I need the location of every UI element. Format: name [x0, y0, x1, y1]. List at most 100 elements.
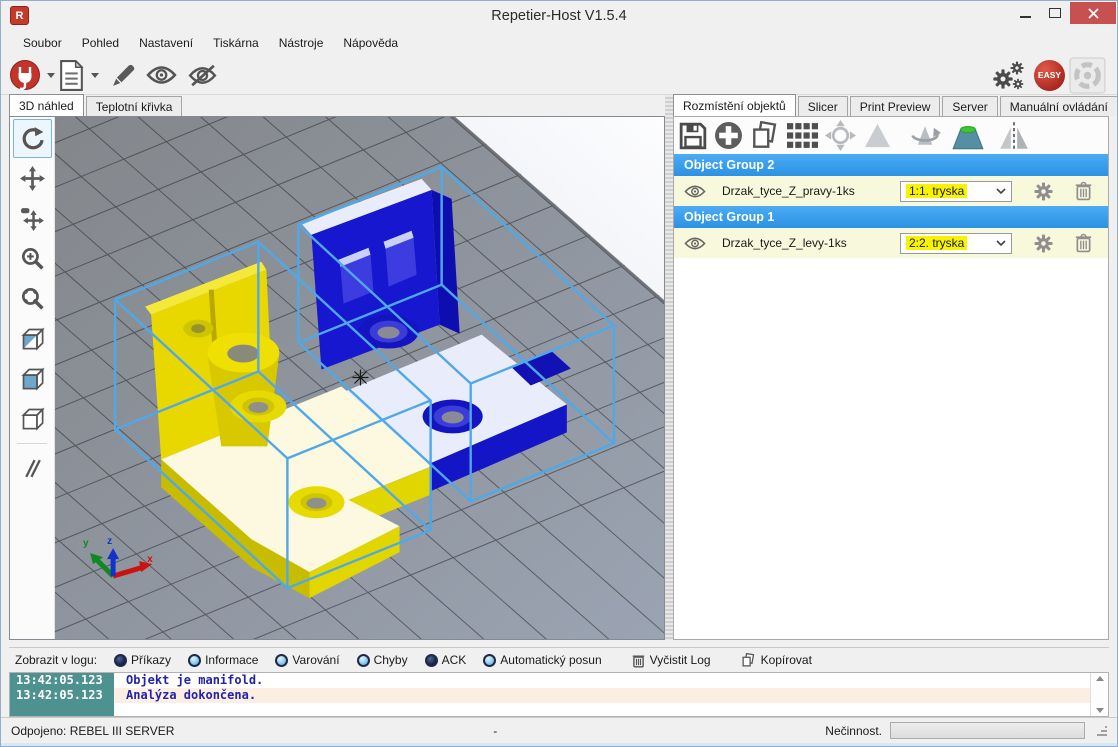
tab-slicer[interactable]: Slicer [798, 96, 848, 116]
object-settings-button[interactable] [1034, 234, 1053, 253]
emergency-stop-icon [1069, 57, 1106, 94]
lay-flat-button[interactable] [950, 121, 986, 151]
extruder-select[interactable]: 1:1. tryska [900, 181, 1012, 202]
toggle-informace[interactable]: Informace [188, 653, 258, 667]
move-object-button[interactable] [13, 159, 52, 198]
menu-nastroje[interactable]: Nástroje [269, 32, 334, 54]
log-entry: 13:42:05.123 Objekt je manifold. [10, 673, 1090, 688]
zoom-fit-icon [20, 286, 45, 311]
tab-manualni-ovladani[interactable]: Manuální ovládání [1000, 96, 1118, 116]
move-viewpoint-icon [20, 206, 45, 231]
load-button[interactable] [58, 60, 85, 91]
mirror-object-button[interactable] [997, 121, 1031, 151]
delete-object-button[interactable] [1075, 233, 1092, 253]
copy-object-button[interactable] [750, 121, 780, 151]
toggle-automaticky-posun[interactable]: Automatický posun [483, 653, 601, 667]
right-tabs: Rozmístění objektů Slicer Print Preview … [673, 95, 1109, 116]
copy-log-button[interactable]: Kopírovat [741, 653, 812, 668]
vertical-splitter[interactable] [665, 95, 673, 640]
scale-object-button[interactable] [863, 121, 892, 150]
close-button[interactable] [1070, 2, 1116, 24]
tab-teplotni-krivka[interactable]: Teplotní křivka [86, 96, 183, 116]
tab-3d-nahled[interactable]: 3D náhled [9, 94, 84, 116]
add-object-button[interactable] [714, 121, 743, 150]
zoom-fit-button[interactable] [13, 279, 52, 318]
extruder-value: 1:1. tryska [906, 184, 967, 198]
menu-napoveda[interactable]: Nápověda [333, 32, 408, 54]
scroll-down-icon[interactable] [1096, 708, 1104, 713]
main-toolbar: EASY [1, 56, 1117, 95]
3d-canvas[interactable]: x y z [55, 117, 664, 639]
iso-view-button[interactable] [13, 319, 52, 358]
origin-marker [352, 370, 368, 386]
object-group-header[interactable]: Object Group 1 [674, 206, 1108, 228]
tab-rozmisteni-objektu[interactable]: Rozmístění objektů [673, 94, 796, 116]
top-view-icon [19, 405, 46, 432]
menu-nastaveni[interactable]: Nastavení [129, 32, 203, 54]
edit-object-button[interactable] [110, 62, 137, 89]
rotate-view-button[interactable] [13, 119, 52, 158]
easy-mode-button[interactable]: EASY [1034, 60, 1065, 91]
svg-text:z: z [107, 536, 112, 547]
trash-icon [632, 653, 645, 668]
extruder-value: 2:2. tryska [906, 236, 967, 250]
toggle-circle [357, 654, 370, 667]
rotate-object-button[interactable] [907, 120, 943, 151]
window-title: Repetier-Host V1.5.4 [1, 8, 1117, 24]
object-group-header[interactable]: Object Group 2 [674, 154, 1108, 176]
window-frame-bottom [1, 743, 1117, 747]
autoposition-button[interactable] [787, 123, 818, 148]
rotate-view-icon [19, 126, 45, 152]
object-row[interactable]: Drzak_tyce_Z_levy-1ks 2:2. tryska [674, 228, 1108, 258]
group-header-label: Object Group 2 [684, 158, 774, 172]
menu-tiskarna[interactable]: Tiskárna [203, 32, 269, 54]
maximize-button[interactable] [1040, 2, 1070, 24]
connect-button[interactable] [9, 59, 41, 91]
object-row[interactable]: Drzak_tyce_Z_pravy-1ks 1:1. tryska [674, 176, 1108, 206]
minimize-button[interactable] [1010, 2, 1040, 24]
clear-log-label: Vyčistit Log [650, 653, 711, 667]
extruder-select[interactable]: 2:2. tryska [900, 233, 1012, 254]
toggle-chyby[interactable]: Chyby [357, 653, 408, 667]
center-object-button[interactable] [825, 120, 856, 151]
eye-off-icon [186, 64, 219, 87]
front-view-icon [19, 365, 46, 392]
printer-settings-button[interactable] [991, 59, 1027, 92]
hide-travel-button[interactable] [186, 64, 219, 87]
toggle-varovani[interactable]: Varování [275, 653, 339, 667]
clear-log-button[interactable]: Vyčistit Log [632, 653, 711, 668]
connect-dropdown-caret[interactable] [47, 73, 55, 78]
center-object-icon [825, 120, 856, 151]
visibility-eye-icon[interactable] [684, 184, 706, 199]
scroll-up-icon[interactable] [1096, 676, 1104, 681]
parallel-projection-icon [20, 456, 45, 481]
view-tabs: 3D náhled Teplotní křivka [9, 95, 665, 116]
emergency-stop-button[interactable] [1069, 57, 1106, 94]
log-timestamp: 13:42:05.123 [10, 688, 114, 703]
object-settings-button[interactable] [1034, 182, 1053, 201]
delete-object-button[interactable] [1075, 181, 1092, 201]
move-viewpoint-button[interactable] [13, 199, 52, 238]
front-view-button[interactable] [13, 359, 52, 398]
menu-pohled[interactable]: Pohled [72, 32, 129, 54]
log-message: Analýza dokončena. [114, 688, 256, 703]
copy-object-icon [750, 121, 780, 151]
load-dropdown-caret[interactable] [91, 73, 99, 78]
tab-server[interactable]: Server [942, 96, 997, 116]
show-filament-button[interactable] [146, 64, 177, 86]
toggle-prikazy[interactable]: Příkazy [114, 653, 171, 667]
toggle-ack[interactable]: ACK [425, 653, 467, 667]
menu-soubor[interactable]: Soubor [13, 32, 72, 54]
log-filter-label: Zobrazit v logu: [15, 653, 97, 667]
top-view-button[interactable] [13, 399, 52, 438]
visibility-eye-icon[interactable] [684, 236, 706, 251]
tab-label: Server [952, 100, 987, 114]
tab-print-preview[interactable]: Print Preview [850, 96, 941, 116]
save-stl-button[interactable] [679, 122, 707, 150]
status-bar: Odpojeno: REBEL III SERVER - Nečinnost. [1, 717, 1117, 743]
save-icon [679, 122, 707, 150]
resize-grip[interactable] [1097, 726, 1107, 736]
log-scrollbar[interactable] [1090, 673, 1108, 716]
zoom-in-button[interactable] [13, 239, 52, 278]
parallel-projection-button[interactable] [13, 449, 52, 488]
